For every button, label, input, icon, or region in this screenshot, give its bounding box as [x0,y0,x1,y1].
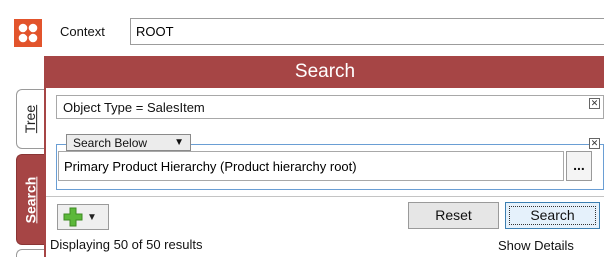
green-plus-icon [63,207,83,227]
search-panel-title: Search [46,56,604,88]
chevron-down-icon: ▼ [87,211,97,223]
context-input[interactable] [130,18,604,45]
tab-tree[interactable]: Tree [16,89,44,149]
tab-partial[interactable] [16,249,44,257]
object-type-criterion[interactable]: Object Type = SalesItem ✕ [56,95,604,119]
tab-search[interactable]: Search [16,154,44,245]
search-window: Context Tree Search Search Object Type =… [0,0,604,257]
focus-ring [509,206,596,225]
add-criteria-button[interactable]: ▼ [57,204,109,230]
context-label: Context [60,24,105,39]
tab-search-label: Search [22,176,39,223]
chevron-down-icon: ▼ [174,137,184,148]
search-below-select[interactable]: Search Below ▼ [66,134,191,151]
show-details-link[interactable]: Show Details [498,238,574,253]
divider [46,196,604,197]
reset-button[interactable]: Reset [408,202,499,229]
hierarchy-input[interactable] [58,151,564,181]
search-below-label: Search Below [73,135,148,150]
close-box-icon[interactable]: ✕ [589,98,600,109]
app-logo-icon [14,19,42,47]
browse-button[interactable]: ... [566,151,592,181]
results-count: Displaying 50 of 50 results [50,237,203,252]
search-button[interactable]: Search [505,202,600,229]
object-type-text: Object Type = SalesItem [63,100,205,115]
tab-tree-label: Tree [22,104,39,134]
close-box-icon[interactable]: ✕ [589,138,600,149]
